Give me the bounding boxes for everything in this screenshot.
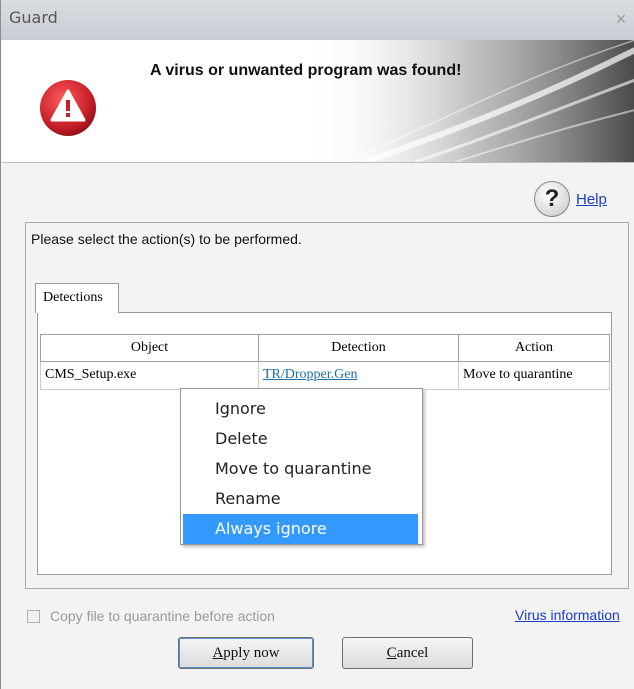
cancel-label: ancel [396, 645, 429, 661]
apply-now-button[interactable]: Apply now [178, 637, 314, 669]
menu-item-rename[interactable]: Rename [183, 484, 418, 514]
guard-dialog: Guard × A virus or unwanted program was … [0, 0, 634, 689]
column-header-detection[interactable]: Detection [259, 334, 459, 362]
menu-item-ignore[interactable]: Ignore [183, 394, 418, 424]
help-area[interactable]: ? Help [534, 181, 607, 217]
cell-detection-link[interactable]: TR/Dropper.Gen [259, 362, 459, 390]
instructions-label: Please select the action(s) to be perfor… [31, 231, 302, 247]
copy-to-quarantine-checkbox[interactable] [27, 609, 40, 623]
copy-to-quarantine-option[interactable]: Copy file to quarantine before action [27, 608, 275, 624]
tab-detections[interactable]: Detections [35, 283, 119, 313]
cell-action[interactable]: Move to quarantine [459, 362, 610, 390]
cancel-button[interactable]: Cancel [342, 637, 473, 669]
help-link[interactable]: Help [576, 191, 607, 208]
apply-label: pply now [223, 645, 280, 661]
warning-icon [40, 80, 96, 136]
menu-item-delete[interactable]: Delete [183, 424, 418, 454]
copy-to-quarantine-label: Copy file to quarantine before action [50, 608, 275, 624]
title-bar: Guard × [1, 0, 634, 40]
banner-decoration [305, 40, 634, 162]
virus-information-link[interactable]: Virus information [515, 607, 620, 623]
cell-object: CMS_Setup.exe [40, 362, 259, 390]
table-header: Object Detection Action [40, 334, 610, 362]
cancel-mnemonic: C [386, 645, 397, 661]
action-context-menu: Ignore Delete Move to quarantine Rename … [180, 388, 423, 545]
window-title: Guard [9, 8, 58, 27]
close-button[interactable]: × [613, 10, 629, 28]
menu-item-move-to-quarantine[interactable]: Move to quarantine [183, 454, 418, 484]
apply-mnemonic: A [212, 645, 224, 661]
column-header-object[interactable]: Object [40, 334, 259, 362]
alert-banner: A virus or unwanted program was found! [2, 40, 634, 163]
column-header-action[interactable]: Action [459, 334, 610, 362]
menu-item-always-ignore[interactable]: Always ignore [183, 514, 418, 544]
alert-headline: A virus or unwanted program was found! [150, 62, 462, 79]
detections-table: Object Detection Action CMS_Setup.exe TR… [40, 334, 610, 390]
question-mark-icon[interactable]: ? [534, 181, 570, 217]
table-row[interactable]: CMS_Setup.exe TR/Dropper.Gen Move to qua… [40, 362, 610, 390]
